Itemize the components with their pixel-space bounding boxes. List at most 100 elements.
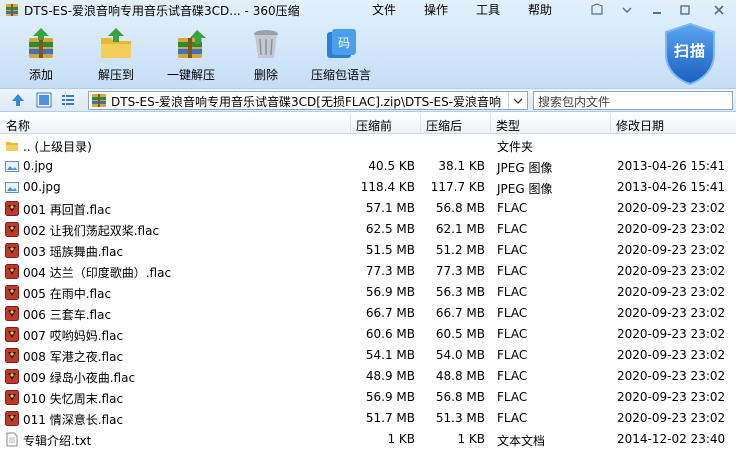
column-divider[interactable]	[490, 114, 491, 133]
scan-button[interactable]: 扫描	[662, 22, 718, 86]
maximize-icon[interactable]	[676, 2, 694, 18]
add-archive-icon	[29, 28, 53, 58]
column-divider[interactable]	[420, 114, 421, 133]
column-divider[interactable]	[350, 114, 351, 133]
file-size: 118.4 KB	[360, 180, 415, 194]
file-name: 009 绿岛小夜曲.flac	[23, 371, 136, 385]
file-name: 005 在雨中.flac	[23, 287, 112, 301]
file-row[interactable]: 00.jpg 118.4 KB 117.7 KB JPEG 图像 2013-04-26 …	[0, 177, 736, 198]
file-name: .. (上级目录)	[23, 140, 92, 154]
flac-icon	[5, 327, 19, 342]
archive-language-button[interactable]: 码 压缩包语言	[308, 24, 374, 84]
one-click-extract-button[interactable]: 一键解压	[158, 24, 224, 84]
file-row[interactable]: 006 三套车.flac 66.7 MB 66.7 MB FLAC 2020-09-23…	[0, 303, 736, 324]
archive-language-label: 压缩包语言	[310, 68, 371, 82]
file-size: 51.7 MB	[365, 411, 415, 425]
text-file-icon	[6, 432, 18, 447]
close-icon[interactable]	[710, 2, 728, 18]
file-row[interactable]: 004 达兰（印度歌曲）.flac 77.3 MB 77.3 MB FLAC 2020-…	[0, 261, 736, 282]
thumbnail-view-icon[interactable]	[36, 92, 52, 108]
list-view-icon[interactable]	[60, 92, 76, 108]
flac-icon	[5, 222, 19, 237]
flac-icon	[5, 369, 19, 384]
file-compressed-size: 38.1 KB	[438, 159, 485, 173]
up-arrow-icon[interactable]	[10, 92, 26, 108]
file-size: 60.6 MB	[365, 327, 415, 341]
file-row[interactable]: 001 再回首.flac 57.1 MB 56.8 MB FLAC 2020-09-23…	[0, 198, 736, 219]
column-compressed[interactable]: 压缩后	[426, 117, 462, 134]
file-compressed-size: 62.1 MB	[435, 222, 485, 236]
file-compressed-size: 54.0 MB	[435, 348, 485, 362]
file-modified-date: 2020-09-23 23:02	[617, 348, 726, 362]
file-modified-date: 2020-09-23 23:02	[617, 285, 726, 299]
minimize-icon[interactable]	[648, 2, 666, 18]
flac-icon	[5, 348, 19, 363]
file-type: JPEG 图像	[497, 161, 553, 175]
file-row[interactable]: 005 在雨中.flac 56.9 MB 56.3 MB FLAC 2020-09-23…	[0, 282, 736, 303]
file-compressed-size: 1 KB	[457, 432, 485, 446]
flac-icon	[5, 390, 19, 405]
delete-button[interactable]: 删除	[233, 24, 299, 84]
column-size[interactable]: 压缩前	[356, 117, 392, 134]
file-type: FLAC	[497, 411, 528, 425]
skin-icon[interactable]	[588, 2, 606, 18]
file-row[interactable]: 专辑介绍.txt 1 KB 1 KB 文本文档 2014-12-02 23:40	[0, 429, 736, 450]
file-modified-date: 2013-04-26 15:41	[617, 180, 726, 194]
file-type: FLAC	[497, 327, 528, 341]
extract-to-button[interactable]: 解压到	[83, 24, 149, 84]
menu-operation[interactable]: 操作	[424, 1, 448, 18]
file-row[interactable]: 003 瑶族舞曲.flac 51.5 MB 51.2 MB FLAC 2020-09-2…	[0, 240, 736, 261]
trash-icon	[254, 30, 278, 58]
file-compressed-size: 117.7 KB	[430, 180, 485, 194]
search-input[interactable]: 搜索包内文件	[533, 91, 733, 110]
file-modified-date: 2020-09-23 23:02	[617, 369, 726, 383]
file-size: 48.9 MB	[365, 369, 415, 383]
file-size: 56.9 MB	[365, 285, 415, 299]
file-type: 文本文档	[497, 434, 546, 448]
flac-icon	[5, 243, 19, 258]
file-row[interactable]: 002 让我们荡起双桨.flac 62.5 MB 62.1 MB FLAC 2020-0…	[0, 219, 736, 240]
file-name: 00.jpg	[23, 180, 61, 194]
flac-icon	[5, 264, 19, 279]
file-modified-date: 2020-09-23 23:02	[617, 243, 726, 257]
one-click-extract-label: 一键解压	[166, 68, 215, 82]
file-modified-date: 2013-04-26 15:41	[617, 159, 726, 173]
file-row[interactable]: 007 哎哟妈妈.flac 60.6 MB 60.5 MB FLAC 2020-09-2…	[0, 324, 736, 345]
file-type: FLAC	[497, 348, 528, 362]
file-row[interactable]: 009 绿岛小夜曲.flac 48.9 MB 48.8 MB FLAC 2020-09-…	[0, 366, 736, 387]
zip-app-icon	[6, 4, 18, 16]
file-row[interactable]: 011 情深意长.flac 51.7 MB 51.3 MB FLAC 2020-09-2…	[0, 408, 736, 429]
file-modified-date: 2020-09-23 23:02	[617, 264, 726, 278]
file-compressed-size: 60.5 MB	[435, 327, 485, 341]
menu-help[interactable]: 帮助	[528, 1, 552, 18]
file-row[interactable]: 010 失忆周末.flac 56.9 MB 56.8 MB FLAC 2020-09-2…	[0, 387, 736, 408]
file-name: 002 让我们荡起双桨.flac	[23, 224, 160, 238]
file-size: 40.5 KB	[368, 159, 415, 173]
address-bar[interactable]: DTS-ES-爱浪音响专用音乐试音碟3CD[无损FLAC].zip\DTS-ES…	[88, 91, 528, 110]
file-type: FLAC	[497, 285, 528, 299]
menu-tools[interactable]: 工具	[476, 1, 500, 18]
address-dropdown-icon[interactable]	[508, 92, 527, 109]
menu-file[interactable]: 文件	[372, 1, 396, 18]
search-placeholder: 搜索包内文件	[538, 95, 611, 109]
file-row[interactable]: 0.jpg 40.5 KB 38.1 KB JPEG 图像 2013-04-26 15:…	[0, 156, 736, 177]
scan-label: 扫描	[673, 42, 706, 60]
file-type: FLAC	[497, 264, 528, 278]
file-size: 54.1 MB	[365, 348, 415, 362]
file-row[interactable]: .. (上级目录) 文件夹	[0, 135, 736, 156]
add-button[interactable]: 添加	[8, 24, 74, 84]
add-label: 添加	[28, 68, 53, 82]
file-size: 77.3 MB	[365, 264, 415, 278]
file-type: FLAC	[497, 222, 528, 236]
column-type[interactable]: 类型	[496, 117, 520, 134]
file-row[interactable]: 008 军港之夜.flac 54.1 MB 54.0 MB FLAC 2020-09-2…	[0, 345, 736, 366]
file-name: 007 哎哟妈妈.flac	[23, 329, 124, 343]
file-modified-date: 2014-12-02 23:40	[617, 432, 726, 446]
flac-icon	[5, 306, 19, 321]
column-divider[interactable]	[610, 114, 611, 133]
file-name: 010 失忆周末.flac	[23, 392, 124, 406]
column-modified[interactable]: 修改日期	[616, 117, 664, 134]
column-name[interactable]: 名称	[6, 117, 30, 134]
menu-dropdown-icon[interactable]	[618, 2, 636, 18]
file-type: FLAC	[497, 243, 528, 257]
